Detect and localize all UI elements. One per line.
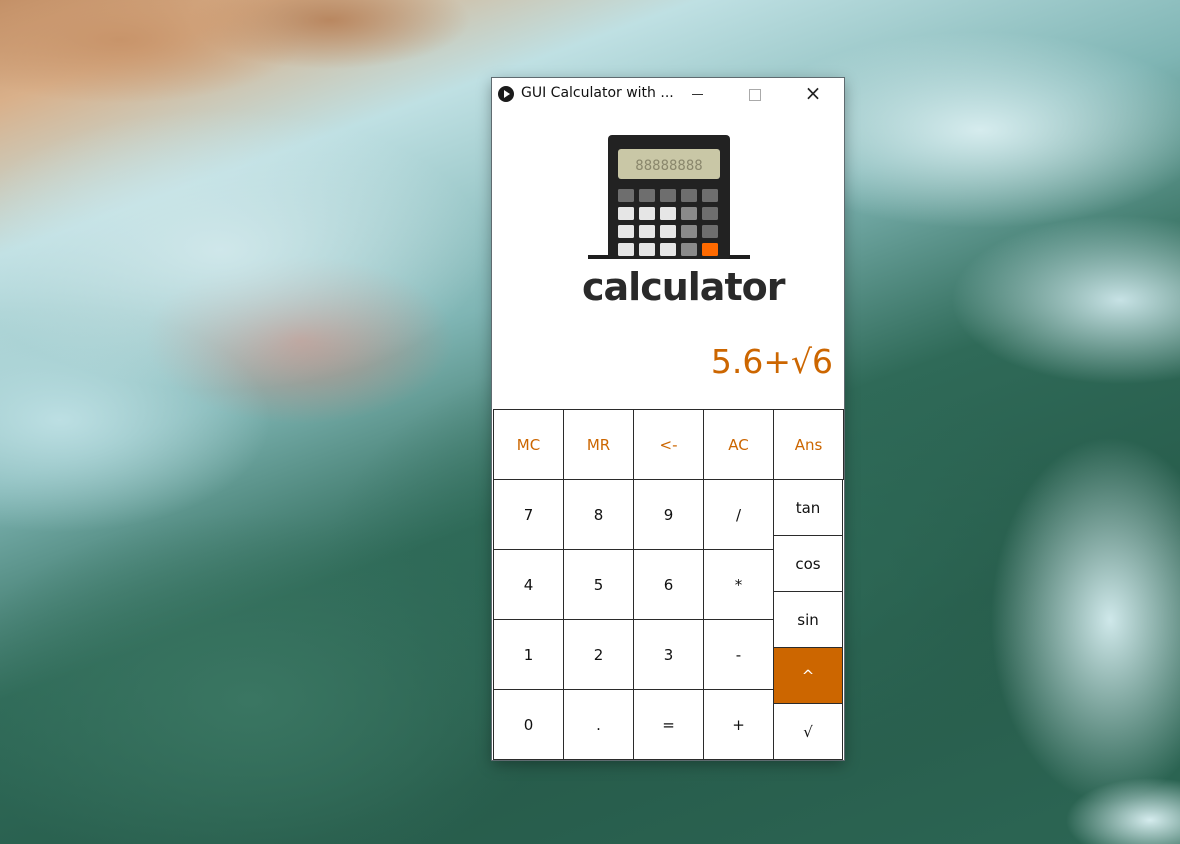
key-label: 7 bbox=[523, 505, 534, 524]
logo-key bbox=[681, 189, 697, 202]
key-label: = bbox=[662, 715, 675, 734]
logo-key bbox=[681, 207, 697, 220]
key-7-button[interactable]: 7 bbox=[493, 479, 564, 550]
key-label: + bbox=[732, 715, 745, 734]
key-tan-button[interactable]: tan bbox=[773, 479, 843, 536]
key-equals-button[interactable]: = bbox=[633, 689, 704, 760]
calculator-window: GUI Calculator with ... × 88888888 calcu… bbox=[492, 78, 844, 760]
logo-key bbox=[702, 243, 718, 256]
logo-key bbox=[660, 225, 676, 238]
key-label: MC bbox=[516, 435, 541, 454]
key-1-button[interactable]: 1 bbox=[493, 619, 564, 690]
logo-key bbox=[639, 207, 655, 220]
window-title: GUI Calculator with ... bbox=[521, 85, 674, 101]
logo-key bbox=[639, 243, 655, 256]
logo-key bbox=[618, 225, 634, 238]
key-6-button[interactable]: 6 bbox=[633, 549, 704, 620]
key-power-button[interactable]: ^ bbox=[773, 647, 843, 704]
key-cos-button[interactable]: cos bbox=[773, 535, 843, 592]
logo-key bbox=[681, 243, 697, 256]
key-label: sin bbox=[797, 610, 819, 629]
logo-key bbox=[639, 189, 655, 202]
key-backspace-button[interactable]: <- bbox=[633, 409, 704, 480]
logo-key bbox=[702, 225, 718, 238]
key-minus-button[interactable]: - bbox=[703, 619, 774, 690]
key-label: 5 bbox=[593, 575, 604, 594]
logo-key bbox=[618, 243, 634, 256]
logo-text: calculator bbox=[582, 265, 785, 309]
key-mc-button[interactable]: MC bbox=[493, 409, 564, 480]
key-label: cos bbox=[795, 554, 821, 573]
key-sqrt-button[interactable]: √ bbox=[773, 703, 843, 760]
key-ans-button[interactable]: Ans bbox=[773, 409, 844, 480]
key-label: . bbox=[596, 715, 601, 734]
title-bar[interactable]: GUI Calculator with ... × bbox=[492, 78, 844, 109]
key-divide-button[interactable]: / bbox=[703, 479, 774, 550]
key-2-button[interactable]: 2 bbox=[563, 619, 634, 690]
minimize-button[interactable] bbox=[674, 78, 720, 109]
maximize-icon bbox=[749, 88, 761, 101]
maximize-button[interactable] bbox=[732, 78, 778, 109]
key-multiply-button[interactable]: * bbox=[703, 549, 774, 620]
key-label: 8 bbox=[593, 505, 604, 524]
logo-key bbox=[639, 225, 655, 238]
key-label: ^ bbox=[801, 666, 815, 685]
logo-key bbox=[660, 243, 676, 256]
minimize-icon bbox=[691, 94, 703, 95]
key-label: Ans bbox=[794, 435, 823, 454]
logo-key bbox=[702, 189, 718, 202]
key-5-button[interactable]: 5 bbox=[563, 549, 634, 620]
key-8-button[interactable]: 8 bbox=[563, 479, 634, 550]
calculator-icon: 88888888 bbox=[588, 135, 750, 259]
app-play-icon bbox=[498, 86, 514, 102]
key-label: tan bbox=[795, 498, 821, 517]
key-4-button[interactable]: 4 bbox=[493, 549, 564, 620]
key-sin-button[interactable]: sin bbox=[773, 591, 843, 648]
button-pad: MC MR <- AC Ans 7 8 9 / 4 5 6 * 1 2 3 - 0. = + tan cos sin ^ √ bbox=[493, 409, 844, 760]
close-button[interactable]: × bbox=[790, 78, 836, 109]
key-plus-button[interactable]: + bbox=[703, 689, 774, 760]
logo-key bbox=[660, 207, 676, 220]
key-label: <- bbox=[659, 435, 678, 454]
logo-key bbox=[618, 189, 634, 202]
key-dot-button[interactable]: . bbox=[563, 689, 634, 760]
key-label: * bbox=[734, 575, 743, 594]
logo-key bbox=[702, 207, 718, 220]
logo-key bbox=[681, 225, 697, 238]
key-ac-button[interactable]: AC bbox=[703, 409, 774, 480]
key-9-button[interactable]: 9 bbox=[633, 479, 704, 550]
key-label: 4 bbox=[523, 575, 534, 594]
lcd-text: 88888888 bbox=[635, 158, 702, 174]
key-label: - bbox=[735, 645, 742, 664]
close-icon: × bbox=[804, 81, 822, 105]
key-label: 2 bbox=[593, 645, 604, 664]
key-label: 1 bbox=[523, 645, 534, 664]
key-label: / bbox=[735, 505, 742, 524]
calculator-logo: 88888888 calculator bbox=[582, 135, 785, 310]
logo-key bbox=[660, 189, 676, 202]
key-3-button[interactable]: 3 bbox=[633, 619, 704, 690]
key-label: 0 bbox=[523, 715, 534, 734]
key-label: 6 bbox=[663, 575, 674, 594]
key-label: 9 bbox=[663, 505, 674, 524]
key-label: 3 bbox=[663, 645, 674, 664]
key-label: AC bbox=[728, 435, 749, 454]
key-mr-button[interactable]: MR bbox=[563, 409, 634, 480]
logo-key bbox=[618, 207, 634, 220]
key-label: MR bbox=[586, 435, 611, 454]
key-label: √ bbox=[803, 722, 813, 741]
key-0-button[interactable]: 0 bbox=[493, 689, 564, 760]
expression-display: 5.6+√6 bbox=[710, 342, 833, 381]
